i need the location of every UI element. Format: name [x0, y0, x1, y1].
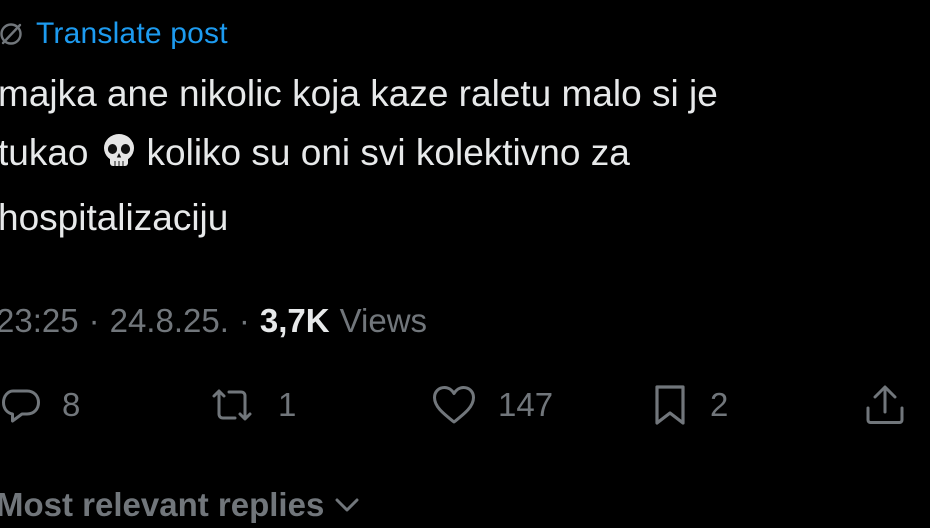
chevron-down-icon — [332, 486, 362, 524]
repost-icon — [206, 384, 258, 426]
post-text-line-2: tukao koliko su oni svi kolektivno za — [0, 123, 898, 188]
translate-post-row[interactable]: Translate post — [0, 14, 228, 54]
reply-count: 8 — [62, 386, 81, 423]
post-time[interactable]: 23:25 — [0, 302, 79, 340]
globe-slash-icon — [0, 19, 26, 49]
post-action-bar: 8 1 147 2 — [0, 374, 930, 436]
meta-separator: · — [238, 302, 250, 339]
views-count[interactable]: 3,7K — [260, 302, 330, 340]
reply-button[interactable]: 8 — [0, 374, 80, 436]
post-meta: 23:25 · 24.8.25. · 3,7K Views — [0, 298, 427, 344]
bookmark-button[interactable]: 2 — [650, 374, 728, 436]
post-text-line-2-start: tukao — [0, 132, 89, 173]
replies-sort-label: Most relevant replies — [0, 486, 325, 523]
post-text-line-3: hospitalizaciju — [0, 197, 229, 238]
reply-bubble-icon — [0, 384, 42, 426]
like-count: 147 — [498, 386, 554, 423]
post-text: majka ane nikolic koja kaze raletu malo … — [0, 64, 898, 247]
bookmark-icon — [650, 382, 690, 428]
repost-button[interactable]: 1 — [206, 374, 296, 436]
bookmark-count: 2 — [710, 386, 729, 423]
replies-sort-dropdown[interactable]: Most relevant replies — [0, 482, 362, 528]
post-text-line-1: majka ane nikolic koja kaze raletu malo … — [0, 73, 718, 114]
meta-separator: · — [88, 302, 100, 339]
share-upload-icon — [862, 382, 908, 428]
repost-count: 1 — [278, 386, 297, 423]
skull-emoji-icon — [99, 129, 139, 188]
share-button[interactable] — [862, 374, 908, 436]
heart-icon — [430, 383, 478, 427]
post-date[interactable]: 24.8.25. — [110, 302, 229, 340]
like-button[interactable]: 147 — [430, 374, 553, 436]
views-label[interactable]: Views — [340, 302, 427, 340]
post-text-line-2-end: koliko su oni svi kolektivno za — [146, 132, 630, 173]
translate-post-link[interactable]: Translate post — [36, 17, 228, 51]
